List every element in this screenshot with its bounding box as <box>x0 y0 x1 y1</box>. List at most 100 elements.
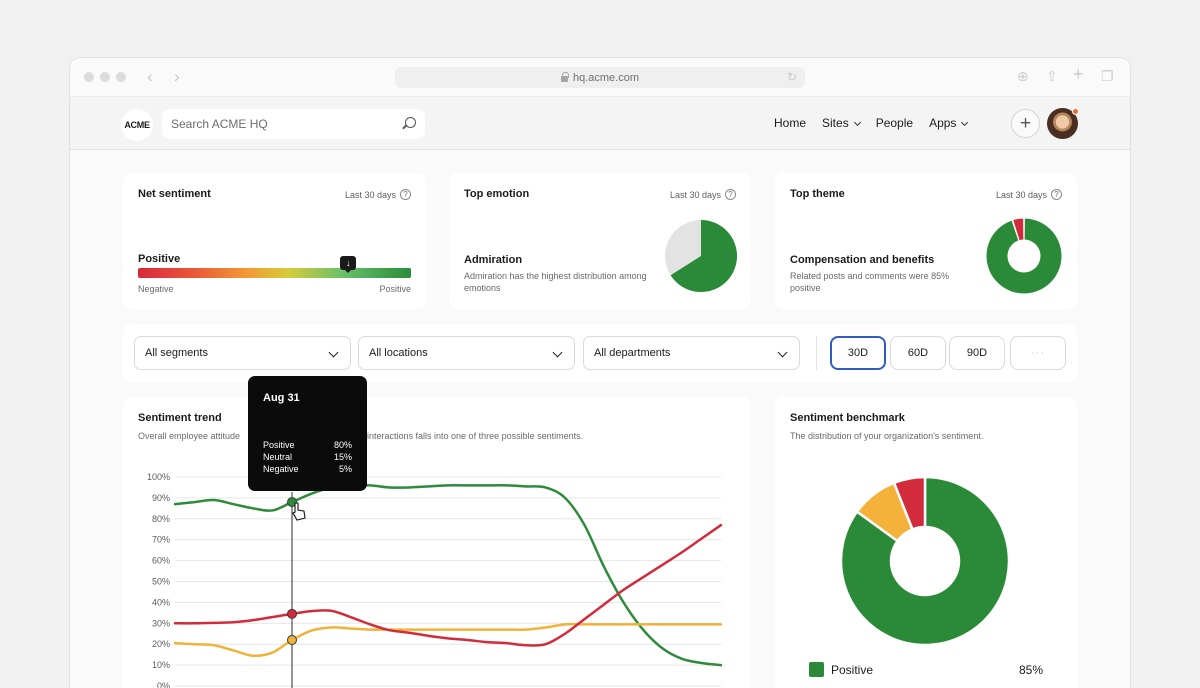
tabs-overview-icon[interactable]: ❐ <box>1101 68 1114 84</box>
period-label: Last 30 days <box>995 189 1047 200</box>
nav-links: Home Sites People Apps <box>774 116 983 130</box>
reload-icon[interactable]: ↻ <box>787 70 797 84</box>
series-line-neutral <box>173 622 723 658</box>
nav-sites[interactable]: Sites <box>822 116 861 130</box>
chevron-down-icon <box>777 347 788 358</box>
emotion-pie <box>665 220 737 292</box>
plus-icon: + <box>1019 113 1032 134</box>
share-icon[interactable]: ⇪ <box>1046 68 1058 84</box>
chevron-down-icon <box>328 347 339 358</box>
theme-name: Compensation and benefits <box>790 254 935 266</box>
window-close-dot[interactable] <box>84 72 94 82</box>
help-icon[interactable]: ? <box>400 189 411 200</box>
trend-tooltip: Aug 31 Positive 80% Neutral 15% Negative 5% <box>248 376 367 491</box>
help-icon[interactable]: ? <box>1051 189 1062 200</box>
tooltip-value: 15% <box>333 452 352 462</box>
sentiment-benchmark-card: Sentiment benchmark The distribution of … <box>775 397 1077 688</box>
notification-dot <box>1072 108 1079 115</box>
browser-toolbar: ‹ › hq.acme.com ↻ ⊕ ⇪ + ❐ <box>70 58 1130 97</box>
top-nav: ACME Search ACME HQ Home Sites People Ap… <box>70 97 1130 150</box>
nav-home[interactable]: Home <box>774 116 806 130</box>
range-30d-button[interactable]: 30D <box>830 336 886 370</box>
emotion-description: Admiration has the highest distribution … <box>464 271 647 293</box>
y-tick-label: 50% <box>152 577 170 587</box>
y-tick-label: 60% <box>152 556 170 566</box>
period-label: Last 30 days <box>669 189 721 200</box>
address-url: hq.acme.com <box>572 71 640 84</box>
help-icon[interactable]: ? <box>725 189 736 200</box>
benchmark-title: Sentiment benchmark <box>790 412 905 424</box>
departments-value: All departments <box>594 347 671 359</box>
range-90d-button[interactable]: 90D <box>949 336 1005 370</box>
theme-description: Related posts and comments were 85% posi… <box>790 271 950 293</box>
sentiment-trend-card: Sentiment trend Overall employee attitud… <box>123 397 751 688</box>
card-period: Last 30 days? <box>345 189 411 200</box>
search-icon[interactable] <box>405 117 416 128</box>
tooltip-row-negative: Negative 5% <box>263 464 352 474</box>
departments-select[interactable]: All departments <box>583 336 800 370</box>
tooltip-label: Positive <box>263 440 295 450</box>
range-60d-button[interactable]: 60D <box>890 336 946 370</box>
tooltip-label: Neutral <box>263 452 293 462</box>
scale-min-label: Negative <box>138 284 174 294</box>
lock-icon <box>560 71 569 82</box>
tooltip-value: 80% <box>333 440 352 450</box>
highlight-point-neutral[interactable] <box>287 635 297 646</box>
net-sentiment-card: Net sentiment Last 30 days? Positive ↓ N… <box>123 173 426 309</box>
back-icon[interactable]: ‹ <box>147 68 153 85</box>
tooltip-row-positive: Positive 80% <box>263 440 352 450</box>
card-title: Top emotion <box>464 188 530 200</box>
forward-icon[interactable]: › <box>174 68 180 85</box>
chevron-down-icon <box>552 347 563 358</box>
y-tick-label: 70% <box>152 535 170 545</box>
y-tick-label: 100% <box>147 472 170 482</box>
new-tab-icon[interactable]: + <box>1073 65 1084 83</box>
avatar[interactable] <box>1047 108 1079 139</box>
nav-sites-label: Sites <box>822 116 849 130</box>
y-tick-label: 80% <box>152 514 170 524</box>
segments-value: All segments <box>145 347 208 359</box>
chevron-down-icon <box>961 118 969 127</box>
legend-value: 85% <box>1018 663 1043 677</box>
nav-apps[interactable]: Apps <box>929 116 969 130</box>
window-minimize-dot[interactable] <box>100 72 110 82</box>
address-bar[interactable]: hq.acme.com ↻ <box>395 67 805 88</box>
theme-donut <box>985 217 1063 295</box>
legend-label: Positive <box>831 663 874 677</box>
top-theme-card: Top theme Last 30 days? Compensation and… <box>775 173 1077 309</box>
pointer-cursor-icon <box>292 502 306 521</box>
tooltip-value: 5% <box>338 464 352 474</box>
scale-max-label: Positive <box>379 284 411 294</box>
benchmark-subtitle: The distribution of your organization's … <box>790 431 984 441</box>
period-label: Last 30 days <box>344 189 396 200</box>
tooltip-row-neutral: Neutral 15% <box>263 452 352 462</box>
tooltip-label: Negative <box>263 464 299 474</box>
y-tick-label: 10% <box>152 660 170 670</box>
search-placeholder: Search ACME HQ <box>171 117 268 131</box>
y-tick-label: 90% <box>152 493 170 503</box>
y-tick-label: 0% <box>157 681 170 688</box>
acme-logo[interactable]: ACME <box>121 109 153 141</box>
card-period: Last 30 days? <box>670 189 736 200</box>
download-icon[interactable]: ⊕ <box>1017 68 1029 84</box>
locations-value: All locations <box>369 347 428 359</box>
nav-people[interactable]: People <box>876 116 913 130</box>
nav-apps-label: Apps <box>929 116 957 130</box>
create-button[interactable]: + <box>1011 109 1040 138</box>
more-ranges-button[interactable]: ··· <box>1010 336 1066 370</box>
sentiment-value: Positive <box>138 253 181 265</box>
legend-swatch <box>809 662 824 677</box>
card-title: Net sentiment <box>138 188 211 200</box>
window-zoom-dot[interactable] <box>116 72 126 82</box>
arrow-down-icon: ↓ <box>340 256 357 273</box>
tooltip-date: Aug 31 <box>263 392 300 404</box>
segments-select[interactable]: All segments <box>134 336 351 370</box>
locations-select[interactable]: All locations <box>358 336 575 370</box>
search-input[interactable]: Search ACME HQ <box>162 109 425 139</box>
y-tick-label: 20% <box>152 639 170 649</box>
highlight-point-negative[interactable] <box>287 608 297 619</box>
card-period: Last 30 days? <box>996 189 1062 200</box>
chevron-down-icon <box>853 118 861 127</box>
card-title: Top theme <box>790 188 845 200</box>
trend-chart: 0% 10% 20% 30% 40% 50% 60% 70% 80% 90% 100% <box>147 472 723 688</box>
